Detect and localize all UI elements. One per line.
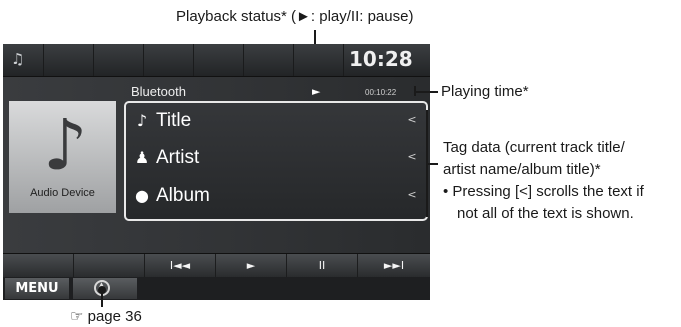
tag-data-bracket — [426, 110, 428, 217]
status-bar: ♫ 10:28 — [3, 44, 430, 77]
previous-button[interactable]: I◄◄ — [145, 254, 216, 277]
tag-note-line2: not all of the text is shown. — [457, 205, 634, 222]
music-note-icon: ♪ — [136, 111, 148, 130]
music-note-icon[interactable]: ♫ — [11, 51, 27, 67]
person-icon: ♟ — [134, 148, 150, 167]
track-title: Title — [156, 110, 192, 131]
page-reference: ☞ page 36 — [70, 308, 142, 325]
scroll-title-button[interactable]: < — [406, 113, 418, 126]
pause-button[interactable]: II — [287, 254, 358, 277]
scroll-album-button[interactable]: < — [406, 188, 418, 201]
album-art: ♪ Audio Device — [9, 101, 116, 213]
artist-name: Artist — [156, 147, 200, 168]
album-art-label: Audio Device — [30, 187, 95, 199]
playback-status-annotation: Playback status* (►: play/II: pause) — [176, 8, 414, 25]
head-unit-screen: ♫ 10:28 ♪ Audio Device Bluetooth ► 00:10… — [3, 44, 430, 300]
blank-control-1[interactable] — [3, 254, 74, 277]
tag-data-panel: ♪ Title < ♟ Artist < ● Album < — [124, 101, 428, 221]
album-title: Album — [156, 185, 210, 206]
tag-row-album: ● Album < — [126, 178, 426, 216]
blank-control-2[interactable] — [74, 254, 145, 277]
tag-note-line1: • Pressing [<] scrolls the text if — [443, 183, 644, 200]
playback-controls: I◄◄ ► II ►►I — [3, 253, 430, 277]
music-note-icon: ♪ — [43, 104, 88, 186]
clock: 10:28 — [349, 47, 413, 71]
menu-button[interactable]: MENU — [5, 278, 69, 299]
tag-data-annotation-line2: artist name/album title)* — [443, 161, 601, 178]
source-name: Bluetooth — [131, 84, 186, 99]
playing-time-leader — [414, 91, 438, 93]
next-button[interactable]: ►►I — [358, 254, 430, 277]
playing-time: 00:10:22 — [365, 88, 397, 97]
disc-icon: ● — [135, 186, 149, 205]
tag-row-title: ♪ Title < — [126, 103, 426, 141]
scroll-artist-button[interactable]: < — [406, 150, 418, 163]
tag-data-annotation-line1: Tag data (current track title/ — [443, 139, 625, 156]
playback-status-indicator: ► — [312, 85, 321, 98]
page-ref-leader-dot — [98, 286, 106, 294]
playing-time-leader-tick — [414, 86, 416, 96]
tag-row-artist: ♟ Artist < — [126, 140, 426, 178]
play-button[interactable]: ► — [216, 254, 287, 277]
bottom-bar: MENU ▲ — [3, 277, 430, 300]
playing-time-annotation: Playing time* — [441, 83, 529, 100]
